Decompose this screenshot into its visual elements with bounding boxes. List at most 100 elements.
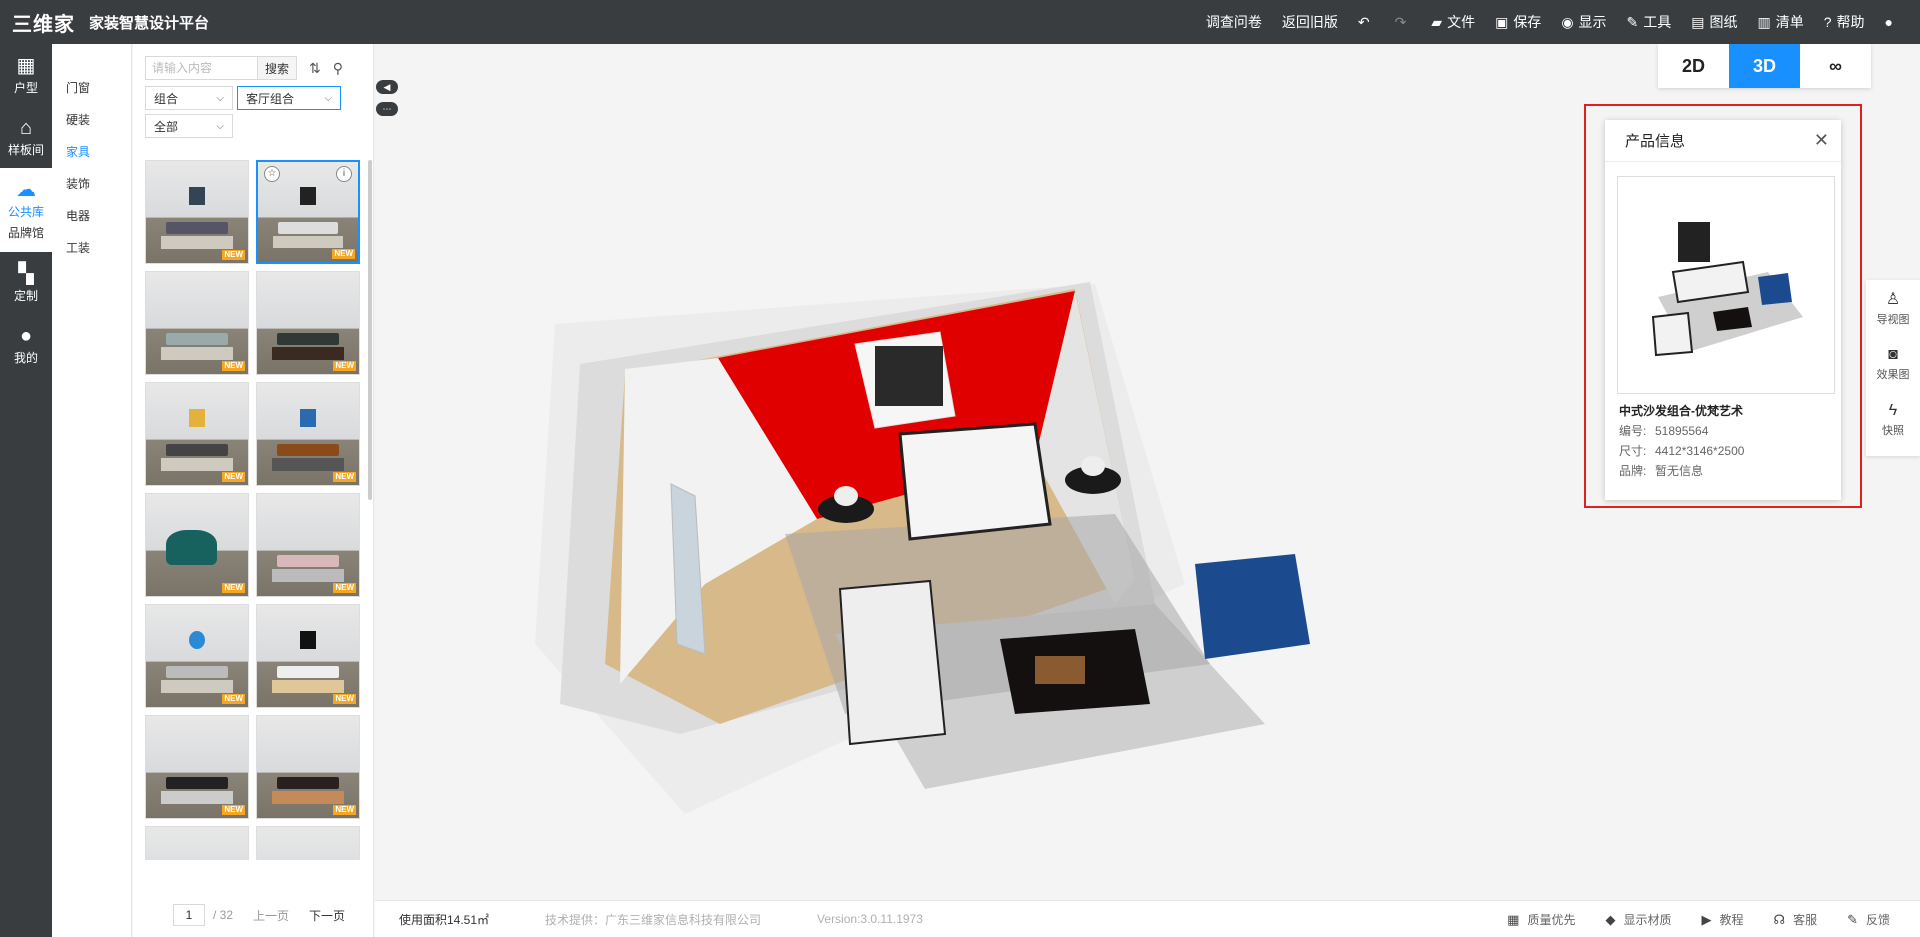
product-card[interactable] (145, 826, 249, 860)
category-decor[interactable]: 装饰 (52, 168, 131, 200)
product-card[interactable]: NEW (145, 271, 249, 375)
back-old-version-button[interactable]: 返回旧版 (1272, 0, 1348, 44)
tools-menu[interactable]: ✎ 工具 (1617, 0, 1682, 44)
help-menu[interactable]: ? 帮助 (1814, 0, 1875, 44)
left-rail: ▦ 户型 ⌂ 样板间 ☁ 公共库 品牌馆 ▚ 定制 ● 我的 (0, 44, 52, 937)
product-size-row: 尺寸: 4412*3146*2500 (1619, 442, 1744, 459)
rail-label-public-library: 公共库 (7, 205, 44, 219)
snapshot-button[interactable]: ϟ 快照 (1866, 392, 1920, 448)
product-preview-graphic (1651, 222, 1803, 357)
survey-button[interactable]: 调查问卷 (1196, 0, 1272, 44)
new-badge: NEW (222, 583, 245, 593)
list-icon: ▥ (1757, 13, 1771, 30)
support-button[interactable]: ☊ 客服 (1774, 911, 1818, 928)
view-2d-button[interactable]: 2D (1658, 44, 1729, 88)
undo-button[interactable]: ↶ (1348, 0, 1385, 44)
quality-priority-button[interactable]: ▦ 质量优先 (1507, 911, 1575, 928)
rail-item-custom[interactable]: ▚ 定制 (0, 252, 52, 314)
subtype-select-value: 客厅组合 (246, 91, 295, 106)
rail-label-brand-hall[interactable]: 品牌馆 (8, 224, 44, 241)
product-brand-row: 品牌: 暂无信息 (1619, 462, 1703, 479)
product-code-row: 编号: 51895564 (1619, 422, 1708, 439)
product-size-label: 尺寸: (1619, 444, 1647, 458)
chevron-down-icon: ⌵ (324, 92, 332, 104)
star-icon[interactable]: ☆ (264, 166, 280, 182)
close-icon[interactable]: ✕ (1814, 130, 1829, 151)
product-card[interactable]: NEW (145, 382, 249, 486)
product-card-selected[interactable]: ☆ i NEW (256, 160, 360, 264)
usable-area: 使用面积14.51㎡ (399, 912, 490, 927)
category-commercial[interactable]: 工装 (52, 232, 131, 264)
help-icon: ? (1823, 14, 1832, 30)
search-button[interactable]: 搜索 (257, 56, 297, 80)
redo-button[interactable]: ↷ (1385, 0, 1422, 44)
collapse-panel-button[interactable]: ◀ (376, 80, 398, 94)
product-info-header: 产品信息 ✕ (1605, 120, 1841, 162)
headset-icon: ☊ (1773, 911, 1786, 927)
category-appliances[interactable]: 电器 (52, 200, 131, 232)
list-label: 清单 (1775, 14, 1804, 30)
new-badge: NEW (222, 805, 245, 815)
guide-view-button[interactable]: ♙ 导视图 (1866, 280, 1920, 336)
quality-icon: ▦ (1507, 911, 1520, 927)
product-card[interactable]: NEW (145, 493, 249, 597)
new-badge: NEW (332, 249, 355, 259)
subtype-select[interactable]: 客厅组合 ⌵ (237, 86, 341, 110)
info-icon[interactable]: i (336, 166, 352, 182)
feedback-button[interactable]: ✎ 反馈 (1847, 911, 1890, 928)
render-button[interactable]: ◙ 效果图 (1866, 336, 1920, 392)
tech-provider: 技术提供：广东三维家信息科技有限公司 (545, 912, 762, 927)
category-hard-decoration[interactable]: 硬装 (52, 104, 131, 136)
type-select[interactable]: 组合 ⌵ (145, 86, 233, 110)
product-brand-label: 品牌: (1619, 464, 1647, 478)
logo[interactable]: 三维家 家装智慧设计平台 (0, 0, 209, 44)
map-icon: ▤ (1691, 13, 1705, 30)
status-actions: ▦ 质量优先 ◆ 显示材质 ▶ 教程 ☊ 客服 ✎ 反馈 (1507, 901, 1920, 937)
file-menu[interactable]: ▰ 文件 (1421, 0, 1485, 44)
show-material-button[interactable]: ◆ 显示材质 (1605, 911, 1671, 928)
next-page-button[interactable]: 下一页 (309, 907, 345, 924)
product-card[interactable] (256, 826, 360, 860)
product-card[interactable]: NEW (256, 493, 360, 597)
scope-select[interactable]: 全部 ⌵ (145, 114, 233, 138)
display-menu[interactable]: ◉ 显示 (1551, 0, 1616, 44)
sort-icon[interactable]: ⇅ (309, 60, 321, 77)
house-icon: ⌂ (19, 116, 33, 139)
product-card[interactable]: NEW (256, 271, 360, 375)
category-list: 门窗 硬装 家具 装饰 电器 工装 (52, 44, 132, 937)
view-3d-button[interactable]: 3D (1729, 44, 1800, 88)
save-button[interactable]: ▣ 保存 (1485, 0, 1551, 44)
product-card[interactable]: NEW (256, 604, 360, 708)
product-card[interactable]: NEW (256, 382, 360, 486)
page-number-input[interactable] (173, 904, 205, 926)
view-vr-button[interactable]: ∞ (1800, 44, 1871, 88)
rail-item-showroom[interactable]: ⌂ 样板间 (0, 106, 52, 168)
rail-item-floorplan[interactable]: ▦ 户型 (0, 44, 52, 106)
help-label: 帮助 (1836, 14, 1865, 30)
drawings-menu[interactable]: ▤ 图纸 (1681, 0, 1747, 44)
rail-item-mine[interactable]: ● 我的 (0, 314, 52, 376)
save-label: 保存 (1513, 14, 1542, 30)
product-card[interactable]: NEW (256, 715, 360, 819)
product-size: 4412*3146*2500 (1655, 444, 1745, 458)
grid-toggle-button[interactable]: ⋯ (376, 102, 398, 116)
tutorial-button[interactable]: ▶ 教程 (1702, 911, 1744, 928)
category-furniture[interactable]: 家具 (52, 136, 131, 168)
product-list-scrollbar[interactable] (368, 160, 372, 500)
user-avatar[interactable]: ● (1875, 0, 1908, 44)
user-icon: ● (1884, 14, 1893, 30)
list-menu[interactable]: ▥ 清单 (1748, 0, 1814, 44)
top-bar: 三维家 家装智慧设计平台 调查问卷 返回旧版 ↶ ↷ ▰ 文件 ▣ 保存 ◉ 显示 ✎… (0, 0, 1920, 44)
product-card[interactable]: NEW (145, 715, 249, 819)
prev-page-button[interactable]: 上一页 (253, 907, 289, 924)
status-bar: 使用面积14.51㎡ 技术提供：广东三维家信息科技有限公司 Version:3.… (375, 900, 1920, 937)
person-icon: ● (19, 324, 33, 347)
filter-icon[interactable]: ⚲ (333, 60, 343, 77)
category-doors-windows[interactable]: 门窗 (52, 72, 131, 104)
search-input[interactable] (145, 56, 257, 80)
rail-item-public-library[interactable]: ☁ 公共库 品牌馆 (0, 168, 52, 252)
product-card[interactable]: NEW (145, 160, 249, 264)
tools-label: 工具 (1643, 14, 1672, 30)
product-card[interactable]: NEW (145, 604, 249, 708)
new-badge: NEW (333, 361, 356, 371)
